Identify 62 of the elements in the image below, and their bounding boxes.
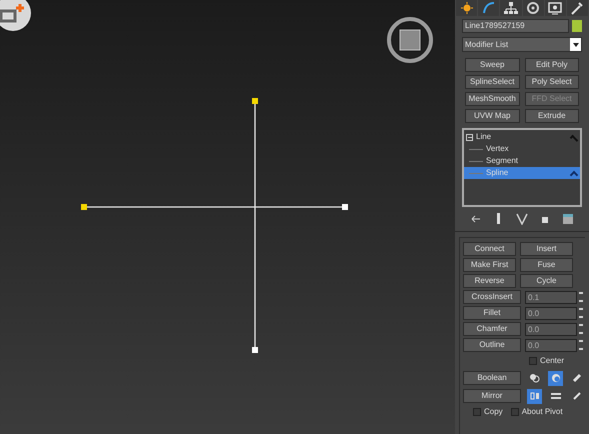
expand-toggle[interactable] <box>466 134 473 140</box>
modifier-button[interactable]: Sweep <box>465 58 520 72</box>
geometry-button[interactable]: Insert <box>520 242 573 256</box>
stack-subobject[interactable]: Segment <box>464 155 580 167</box>
wrench-icon <box>569 0 586 16</box>
geometry-button[interactable]: Chamfer <box>463 322 521 336</box>
stack-subobject[interactable]: Spline <box>464 167 580 179</box>
geometry-button[interactable]: Cycle <box>520 274 573 288</box>
mode-slash-icon <box>570 372 582 384</box>
stack-subobject[interactable]: Vertex <box>464 143 580 155</box>
wheel-icon <box>525 0 542 16</box>
tab[interactable] <box>566 0 588 16</box>
geometry-button[interactable]: CrossInsert <box>463 290 521 304</box>
hierarchy-icon <box>502 0 519 16</box>
tab[interactable] <box>544 0 566 16</box>
tab[interactable] <box>478 0 500 16</box>
spinner-field[interactable]: 0.0 <box>525 322 577 336</box>
stack-item[interactable]: Line <box>476 131 567 143</box>
funnel-icon[interactable] <box>516 212 528 224</box>
tab[interactable] <box>522 0 544 16</box>
checkbox[interactable] <box>510 408 519 416</box>
mode-circle-icon <box>550 372 562 384</box>
mode-shape-icon <box>528 390 540 402</box>
name-field[interactable]: Line1789527159 <box>462 19 569 33</box>
geometry-button[interactable]: Fillet <box>463 306 521 320</box>
monitor-icon <box>547 0 564 16</box>
color-swatch[interactable] <box>572 20 582 32</box>
dropdown-value: Modifier List <box>465 38 508 50</box>
geometry-button[interactable]: Boolean <box>463 371 521 385</box>
mode-slash-icon <box>570 390 582 402</box>
geometry-button[interactable]: Outline <box>463 338 521 352</box>
dropdown-arrow-icon <box>572 42 578 46</box>
curve-icon <box>480 0 497 16</box>
geometry-button[interactable]: Mirror <box>463 389 521 403</box>
checkbox-label: About Pivot <box>522 406 563 418</box>
modifier-button[interactable]: Edit Poly <box>524 58 579 72</box>
viewcube-icon[interactable] <box>384 14 436 66</box>
geometry-button[interactable]: Fuse <box>520 258 573 272</box>
spinner-field[interactable]: 0.0 <box>525 306 577 320</box>
configure-icon[interactable] <box>562 212 574 224</box>
checkbox-label: Center <box>540 355 564 367</box>
checkbox-label: Copy <box>484 406 503 418</box>
checkbox[interactable] <box>473 408 481 416</box>
mode-toggle[interactable] <box>527 388 542 404</box>
modifier-list-dropdown[interactable]: Modifier List <box>462 37 582 52</box>
spinner-field[interactable]: 0.1 <box>525 290 577 304</box>
modifier-button[interactable]: Poly Select <box>524 75 579 89</box>
sun-icon <box>458 0 475 16</box>
geometry-button[interactable]: Connect <box>463 242 516 256</box>
add-icon[interactable] <box>0 0 32 32</box>
tab[interactable] <box>500 0 522 16</box>
modifier-button[interactable]: Extrude <box>524 109 579 123</box>
mode-shape-icon <box>528 372 540 384</box>
modifier-button[interactable]: SplineSelect <box>465 75 520 89</box>
spinner-field[interactable]: 0.0 <box>525 338 577 352</box>
modifier-button[interactable]: UVW Map <box>465 109 520 123</box>
tab[interactable] <box>456 0 478 16</box>
checkbox[interactable] <box>529 357 537 365</box>
geometry-button[interactable]: Make First <box>463 258 516 272</box>
mode-toggle[interactable] <box>548 370 563 386</box>
modifier-button[interactable]: MeshSmooth <box>465 92 520 106</box>
geometry-button[interactable]: Reverse <box>463 274 516 288</box>
